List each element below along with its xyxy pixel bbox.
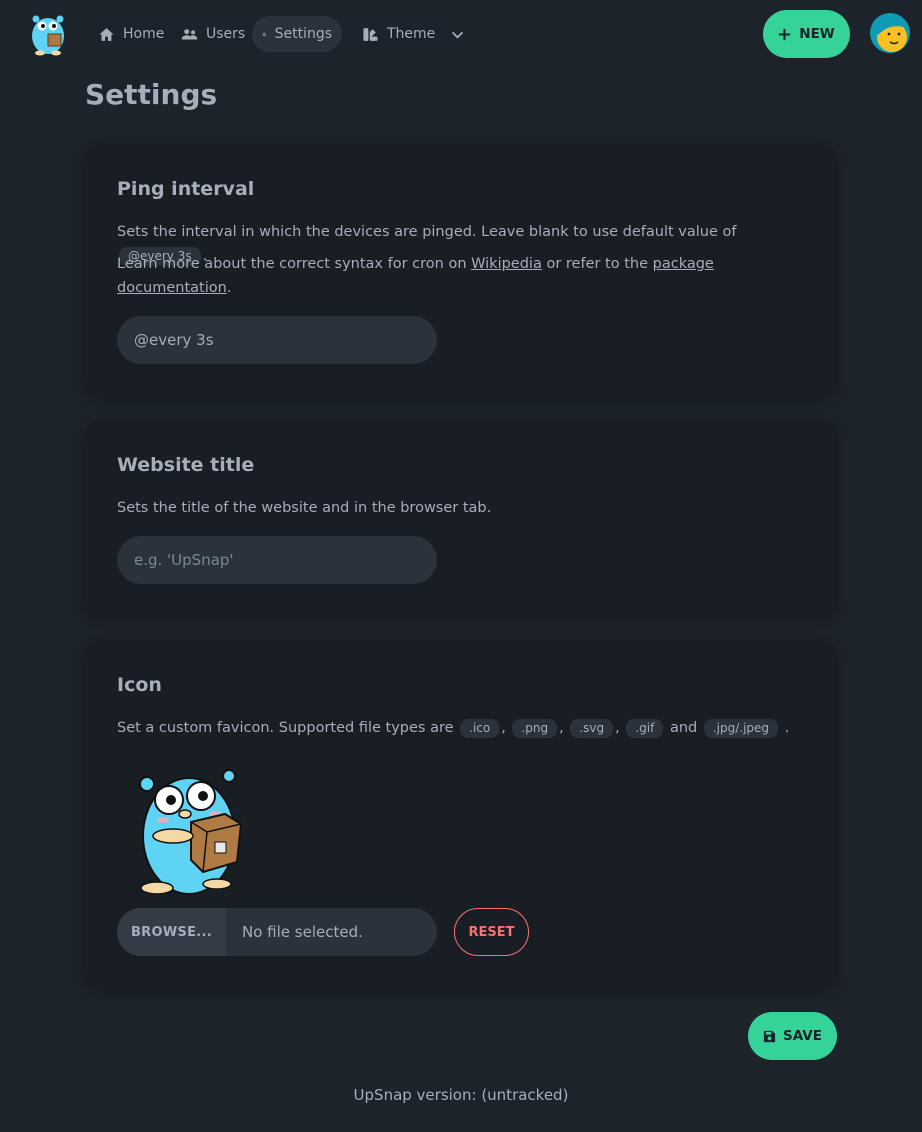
website-title-input[interactable] [117, 536, 437, 584]
plus-icon [779, 28, 791, 40]
learn-suffix: . [226, 280, 232, 296]
home-icon [99, 27, 114, 41]
version-info: UpSnap version: (untracked) [353, 1086, 569, 1104]
save-button-label: SAVE [783, 1028, 822, 1044]
navbar: Home Users Settings Theme NEW [0, 0, 922, 68]
nav-users-label: Users [206, 26, 246, 42]
nav-settings[interactable]: Settings [252, 16, 342, 52]
nav-theme-dropdown[interactable]: Theme [352, 16, 476, 52]
wikipedia-link[interactable]: Wikipedia [471, 256, 542, 272]
ping-interval-card: Ping interval Sets the interval in which… [85, 144, 837, 396]
icon-heading: Icon [117, 674, 162, 696]
users-icon [181, 28, 198, 39]
ping-interval-input[interactable] [117, 316, 437, 364]
nav-home[interactable]: Home [88, 16, 174, 52]
file-type-badge: .jpg/.jpeg [703, 718, 779, 738]
nav-settings-label: Settings [274, 26, 332, 42]
gear-icon [262, 32, 266, 36]
file-type-badge: .svg [570, 718, 614, 738]
icon-desc-text: Set a custom favicon. Supported file typ… [117, 720, 454, 736]
new-device-button[interactable]: NEW [763, 10, 850, 58]
reset-icon-button[interactable]: RESET [454, 908, 529, 956]
and-text: and [669, 720, 698, 736]
file-status: No file selected. [242, 923, 363, 941]
file-type-badge: .gif [626, 718, 664, 738]
nav-users[interactable]: Users [171, 16, 255, 52]
save-icon [763, 1030, 776, 1042]
icon-description: Set a custom favicon. Supported file typ… [117, 718, 790, 738]
file-type-badge: .ico [460, 718, 500, 738]
browse-button[interactable]: BROWSE... [117, 908, 226, 956]
palette-icon [363, 27, 378, 41]
new-button-label: NEW [799, 26, 835, 42]
upsnap-logo[interactable] [28, 12, 68, 56]
icon-file-input[interactable]: BROWSE... No file selected. [117, 908, 437, 956]
ping-desc-text: Sets the interval in which the devices a… [117, 224, 737, 240]
favicon-preview-image [139, 769, 243, 895]
learn-middle-text: or refer to the [546, 256, 649, 272]
ping-interval-title: Ping interval [117, 178, 255, 200]
website-title-card: Website title Sets the title of the webs… [85, 420, 837, 616]
nav-theme-label: Theme [387, 26, 436, 42]
ping-learn-more: Learn more about the correct syntax for … [117, 252, 807, 300]
icon-card: Icon Set a custom favicon. Supported fil… [85, 640, 837, 988]
page-title: Settings [85, 78, 218, 111]
website-title-description: Sets the title of the website and in the… [117, 500, 492, 516]
chevron-down-icon [452, 31, 464, 39]
nav-home-label: Home [123, 26, 165, 42]
website-title-heading: Website title [117, 454, 255, 476]
save-button[interactable]: SAVE [748, 1012, 837, 1060]
learn-more-text: Learn more about the correct syntax for … [117, 256, 467, 272]
file-type-badge: .png [512, 718, 558, 738]
avatar[interactable] [870, 13, 910, 53]
